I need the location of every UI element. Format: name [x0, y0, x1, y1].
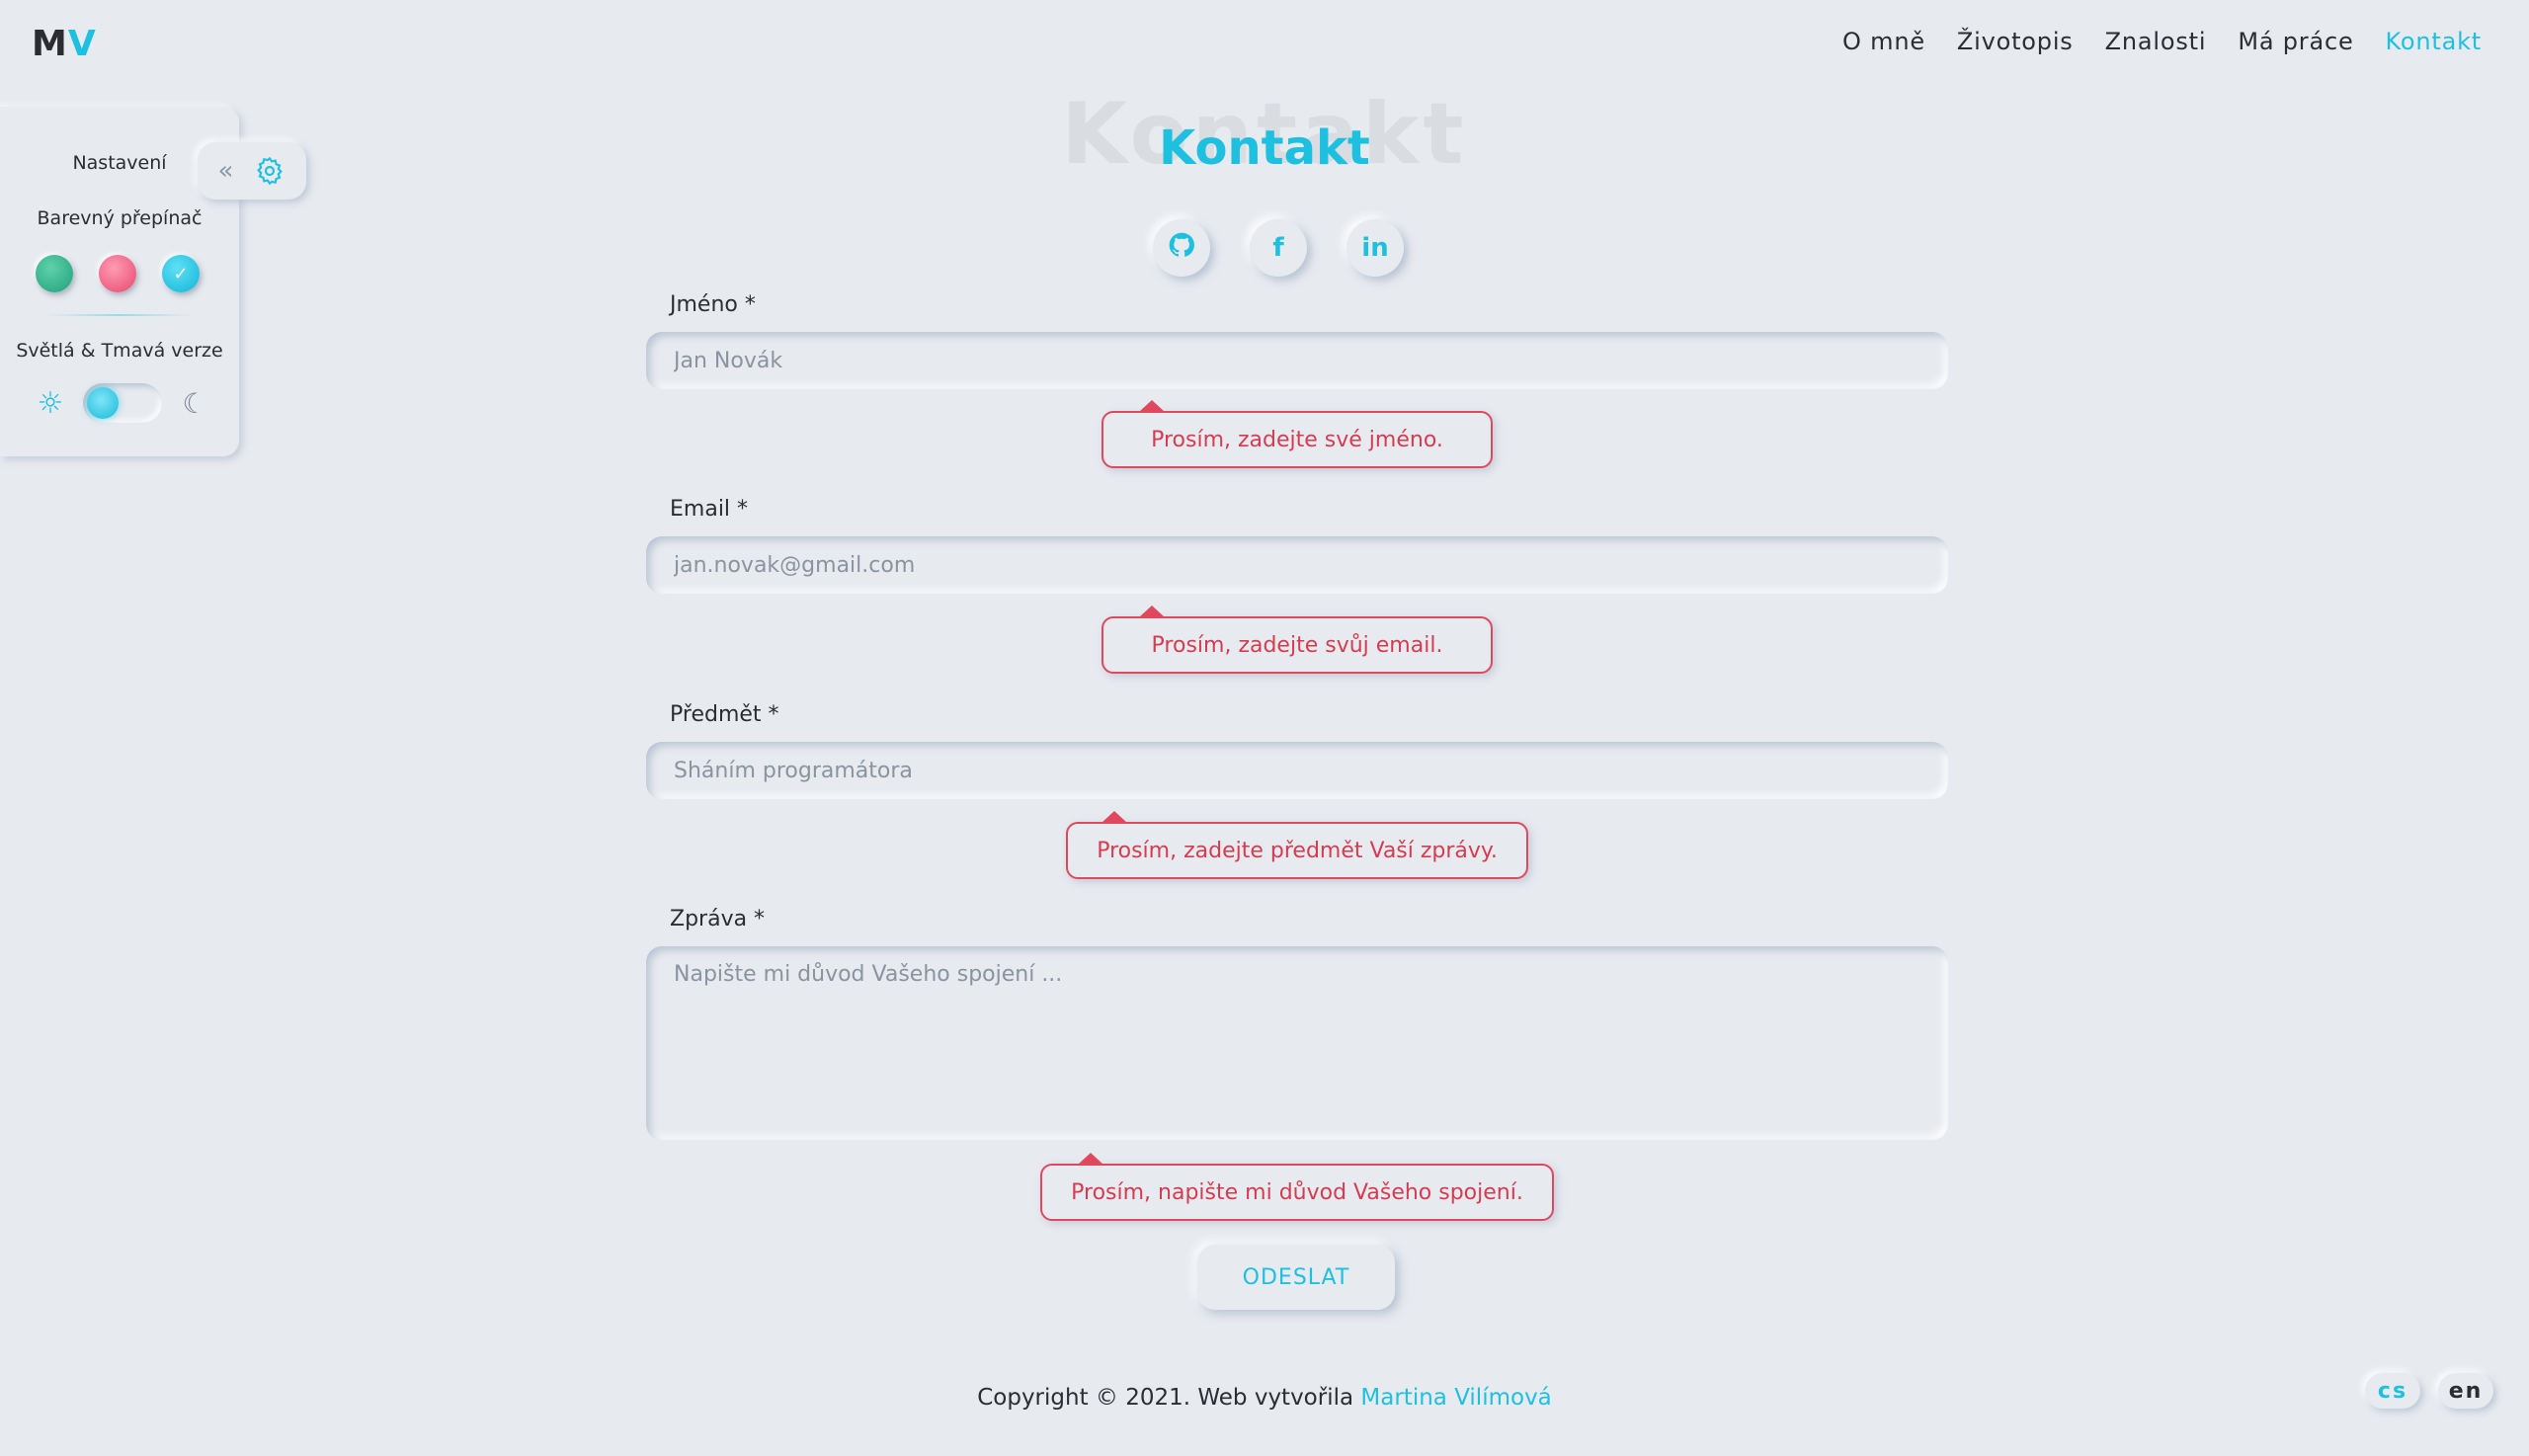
- name-input[interactable]: [646, 332, 1948, 389]
- theme-label: Světlá & Tmavá verze: [16, 340, 223, 362]
- tooltip-arrow: [1078, 1153, 1103, 1165]
- lang-en-button[interactable]: en: [2438, 1373, 2493, 1409]
- nav-item-contact[interactable]: Kontakt: [2386, 28, 2482, 55]
- logo-m: M: [32, 24, 68, 64]
- logo[interactable]: MV: [32, 24, 97, 64]
- github-icon: [1168, 231, 1195, 266]
- subject-error-text: Prosím, zadejte předmět Vaší zprávy.: [1097, 838, 1498, 863]
- subject-input[interactable]: [646, 742, 1948, 799]
- nav-item-work[interactable]: Má práce: [2238, 28, 2353, 55]
- nav-item-about[interactable]: O mně: [1842, 28, 1925, 55]
- logo-v: V: [67, 24, 97, 64]
- theme-switch-knob: [87, 387, 119, 419]
- email-label: Email *: [670, 497, 749, 522]
- lang-cs-button[interactable]: cs: [2365, 1373, 2420, 1409]
- tooltip-arrow: [1139, 400, 1165, 412]
- copyright-text: Copyright © 2021. Web vytvořila: [977, 1385, 1361, 1411]
- facebook-button[interactable]: f: [1250, 219, 1307, 277]
- social-links: f in: [0, 219, 2529, 277]
- settings-divider: [45, 314, 194, 316]
- nav-item-cv[interactable]: Životopis: [1957, 28, 2074, 55]
- message-error-text: Prosím, napište mi důvod Vašeho spojení.: [1071, 1179, 1523, 1205]
- main-nav: O mně Životopis Znalosti Má práce Kontak…: [1842, 28, 2482, 55]
- heading-area: Kontakt Kontakt: [0, 85, 2529, 184]
- theme-switch[interactable]: [83, 383, 162, 423]
- sun-icon: ☼: [37, 385, 64, 421]
- message-label: Zpráva *: [670, 907, 766, 931]
- page-title: Kontakt: [1159, 121, 1370, 176]
- email-input[interactable]: [646, 536, 1948, 594]
- moon-icon: ☾: [182, 386, 207, 420]
- name-error-tooltip: Prosím, zadejte své jméno.: [1101, 400, 1493, 468]
- author-link[interactable]: Martina Vilímová: [1360, 1385, 1551, 1411]
- nav-item-skills[interactable]: Znalosti: [2105, 28, 2207, 55]
- email-error-text: Prosím, zadejte svůj email.: [1151, 632, 1443, 658]
- name-label: Jméno *: [670, 292, 756, 317]
- language-switcher: cs en: [2365, 1373, 2493, 1409]
- message-textarea[interactable]: [646, 946, 1948, 1140]
- facebook-icon: f: [1272, 233, 1284, 263]
- footer: Copyright © 2021. Web vytvořila Martina …: [0, 1385, 2529, 1411]
- message-error-tooltip: Prosím, napište mi důvod Vašeho spojení.: [1040, 1153, 1554, 1221]
- theme-toggle-row: ☼ ☾: [34, 383, 211, 423]
- tooltip-arrow: [1139, 606, 1165, 617]
- email-error-tooltip: Prosím, zadejte svůj email.: [1101, 606, 1493, 674]
- linkedin-icon: in: [1361, 233, 1389, 263]
- linkedin-button[interactable]: in: [1346, 219, 1404, 277]
- subject-error-tooltip: Prosím, zadejte předmět Vaší zprávy.: [1066, 811, 1528, 879]
- subject-label: Předmět *: [670, 702, 779, 727]
- github-button[interactable]: [1153, 219, 1210, 277]
- tooltip-arrow: [1101, 811, 1127, 823]
- submit-button[interactable]: ODESLAT: [1197, 1245, 1395, 1310]
- name-error-text: Prosím, zadejte své jméno.: [1151, 427, 1443, 452]
